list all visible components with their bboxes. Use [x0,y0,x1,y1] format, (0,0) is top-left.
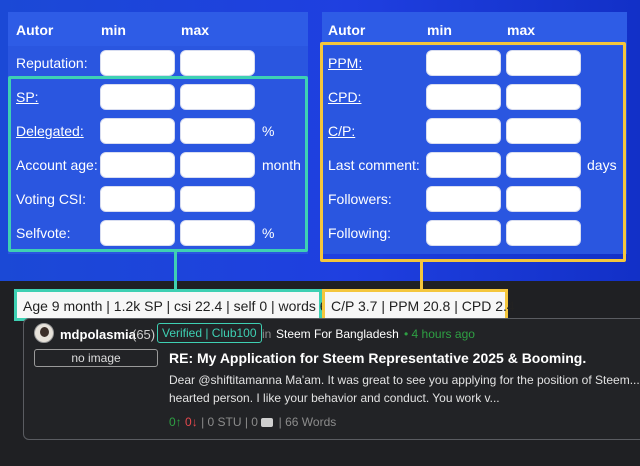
payout-and-comments: | 0 STU | 0 [201,415,258,429]
post-card[interactable]: mdpolasmia (65) Verified | Club100 in St… [23,318,640,440]
upvote-count[interactable]: 0↑ [169,415,182,429]
post-meta: 0↑ 0↓ | 0 STU | 0 | 66 Words [169,415,336,429]
reputation-min-input[interactable] [100,50,175,76]
author-reputation: (65) [132,327,156,342]
filter-row-reputation: Reputation: [8,50,308,78]
header-min: min [427,22,452,38]
post-title[interactable]: RE: My Application for Steem Representat… [169,350,586,366]
highlight-frame-yellow [320,42,626,262]
activity-stats-bar: C/P 3.7 | PPM 20.8 | CPD 2.4 [322,289,515,321]
header-min: min [101,22,126,38]
header-max: max [181,22,210,38]
highlight-frame-green [8,76,308,252]
reputation-max-input[interactable] [180,50,255,76]
downvote-count[interactable]: 0↓ [185,415,198,429]
verified-badge: Verified | Club100 [157,323,262,343]
panel-header: Autor min max [8,12,308,46]
connector-line-green [174,252,177,290]
filter-label: Reputation: [16,55,88,71]
header-autor: Autor [328,22,366,38]
header-max: max [507,22,536,38]
community-link[interactable]: Steem For Bangladesh [276,327,399,341]
connector-line-yellow [420,262,423,290]
in-label: in [262,327,272,341]
panel-header: Autor min max [322,12,627,46]
post-time: • 4 hours ago [404,327,475,341]
post-excerpt: Dear @shiftitamanna Ma'am. It was great … [169,373,640,405]
header-autor: Autor [16,22,54,38]
word-count: | 66 Words [278,415,337,429]
author-stats-bar: Age 9 month | 1.2k SP | csi 22.4 | self … [14,289,335,321]
author-name[interactable]: mdpolasmia [60,327,136,342]
avatar[interactable] [34,323,54,343]
comment-icon [261,418,274,427]
no-image-placeholder: no image [34,349,158,367]
